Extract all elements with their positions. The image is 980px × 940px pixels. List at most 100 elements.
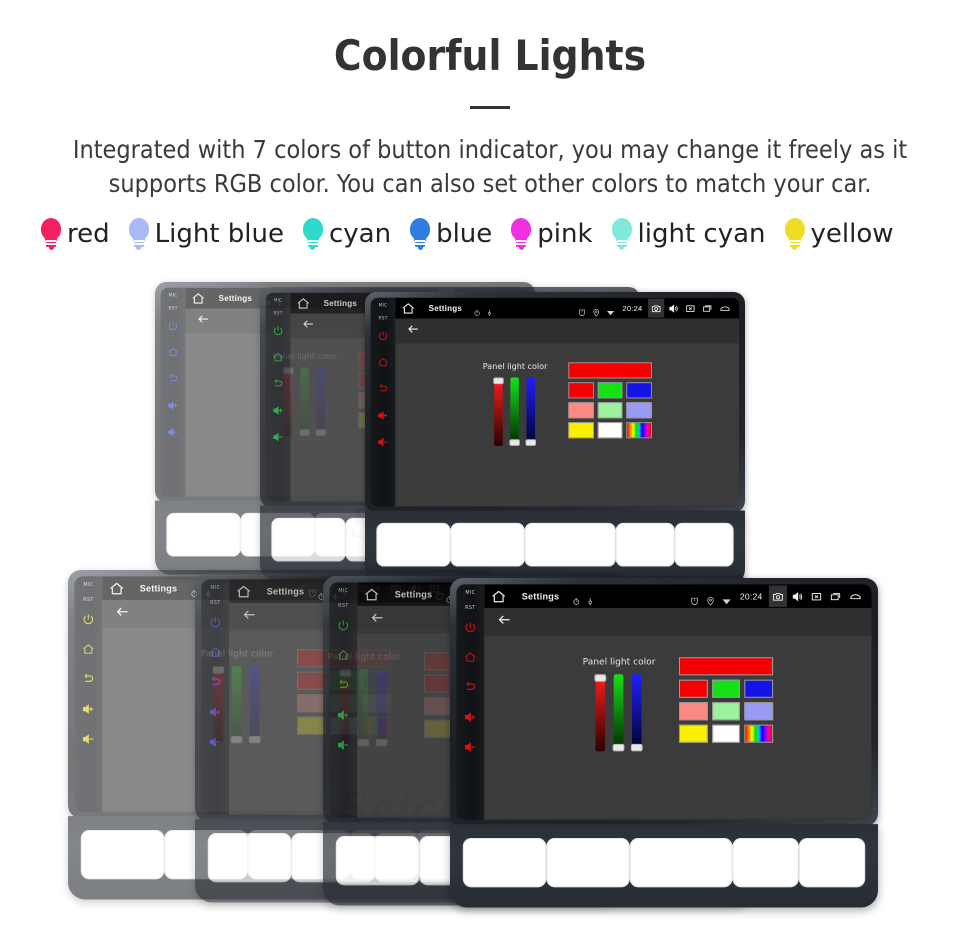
keystrip-return-icon[interactable] (377, 383, 388, 394)
swatch-salmon[interactable] (568, 402, 594, 419)
swatch-yellow[interactable] (568, 422, 594, 439)
statusbar-camera-icon[interactable] (648, 298, 665, 318)
statusbar-recents-icon[interactable] (827, 585, 845, 606)
keystrip-volume-down-icon[interactable] (464, 741, 477, 754)
keystrip-home-icon[interactable] (464, 651, 477, 664)
keystrip-return-icon[interactable] (167, 373, 178, 384)
swatch-blue[interactable] (626, 382, 652, 399)
blue-slider-thumb[interactable] (631, 743, 644, 752)
keystrip-volume-up-icon[interactable] (464, 711, 477, 724)
red-slider[interactable] (594, 674, 607, 752)
swatch-red[interactable] (679, 679, 708, 698)
keystrip-volume-up-icon[interactable] (337, 709, 350, 722)
keystrip-volume-down-icon[interactable] (272, 431, 283, 442)
keystrip-return-icon[interactable] (464, 681, 477, 694)
keystrip-volume-up-icon[interactable] (209, 706, 222, 719)
keystrip-return-icon[interactable] (82, 673, 95, 686)
keystrip-home-icon[interactable] (272, 352, 283, 363)
swatch-rainbow[interactable] (626, 422, 652, 439)
swatch-mint[interactable] (711, 702, 741, 721)
statusbar-close-box-icon[interactable] (682, 299, 698, 318)
keystrip-power-icon[interactable] (337, 619, 350, 632)
status-clock: 20:24 (622, 303, 643, 313)
swatch-salmon[interactable] (679, 702, 708, 721)
keystrip-volume-down-icon[interactable] (209, 736, 222, 749)
keystrip-return-icon[interactable] (272, 378, 283, 389)
back-arrow-icon[interactable] (407, 322, 420, 340)
keystrip-volume-down-icon[interactable] (82, 733, 95, 746)
status-home-icon[interactable] (236, 583, 252, 599)
keystrip-volume-down-icon[interactable] (377, 436, 388, 447)
keystrip-home-icon[interactable] (209, 646, 222, 659)
status-home-icon[interactable] (401, 301, 415, 315)
statusbar-volume-icon[interactable] (665, 299, 681, 318)
back-arrow-icon[interactable] (302, 317, 315, 335)
statusbar-back-icon[interactable] (717, 299, 733, 318)
keystrip-volume-up-icon[interactable] (272, 405, 283, 416)
swatch-red[interactable] (568, 382, 594, 399)
head-unit-bottom-4[interactable]: MIC RST Settings 20:24 Panel light color (450, 578, 878, 908)
statusbar-camera-icon[interactable] (768, 585, 788, 607)
swatch-white[interactable] (711, 724, 741, 743)
red-slider-thumb[interactable] (493, 377, 505, 385)
green-slider[interactable] (613, 674, 625, 752)
touchscreen[interactable]: Settings 20:24 Panel light color (395, 297, 740, 507)
trim-cutout (80, 830, 165, 880)
keystrip-power-icon[interactable] (272, 325, 283, 336)
swatch-green[interactable] (597, 382, 623, 399)
head-unit-top-3[interactable]: MIC RST Settings 20:24 Panel light color (365, 292, 745, 585)
hardware-key-strip: MIC RST (329, 582, 358, 818)
keystrip-return-icon[interactable] (337, 679, 350, 692)
keystrip-volume-down-icon[interactable] (167, 426, 178, 437)
swatch-mint[interactable] (597, 402, 623, 419)
keystrip-volume-up-icon[interactable] (82, 703, 95, 716)
keystrip-volume-down-icon[interactable] (337, 739, 350, 752)
status-home-icon[interactable] (364, 586, 380, 602)
statusbar-back-icon[interactable] (846, 585, 864, 606)
blue-slider[interactable] (631, 674, 644, 752)
back-arrow-icon[interactable] (370, 610, 385, 630)
status-home-icon[interactable] (191, 291, 205, 305)
keystrip-power-icon[interactable] (377, 330, 388, 341)
keystrip-power-icon[interactable] (167, 320, 178, 331)
swatch-periwinkle[interactable] (626, 402, 652, 419)
back-arrow-icon[interactable] (497, 612, 512, 632)
red-slider[interactable] (493, 377, 505, 446)
status-home-icon[interactable] (296, 296, 310, 310)
swatch-periwinkle[interactable] (744, 702, 773, 721)
keystrip-volume-up-icon[interactable] (377, 410, 388, 421)
swatch-blue[interactable] (744, 679, 773, 698)
keystrip-return-icon[interactable] (209, 676, 222, 689)
keystrip-home-icon[interactable] (167, 347, 178, 358)
blue-slider-thumb[interactable] (526, 439, 537, 446)
blue-slider[interactable] (526, 377, 537, 446)
swatch-yellow[interactable] (679, 724, 708, 743)
statusbar-recents-icon[interactable] (699, 299, 715, 318)
status-home-icon[interactable] (491, 588, 507, 604)
green-slider-thumb[interactable] (509, 439, 521, 446)
hardware-key-strip: MIC RST (74, 576, 103, 812)
back-arrow-icon[interactable] (197, 312, 210, 330)
product-gallery: MIC RST Settings 20:24 Panel light color MIC R… (0, 270, 980, 940)
keystrip-volume-up-icon[interactable] (167, 400, 178, 411)
green-slider-thumb[interactable] (613, 743, 625, 752)
touchscreen[interactable]: Settings 20:24 Panel light color (484, 584, 872, 820)
legend-label: cyan (328, 219, 392, 249)
swatch-white[interactable] (597, 422, 623, 439)
swatch-rainbow[interactable] (744, 724, 773, 743)
green-slider[interactable] (509, 377, 521, 446)
keystrip-power-icon[interactable] (209, 616, 222, 629)
back-arrow-icon[interactable] (115, 604, 130, 624)
keystrip-power-icon[interactable] (464, 621, 477, 634)
keystrip-home-icon[interactable] (377, 357, 388, 368)
statusbar-volume-icon[interactable] (788, 585, 806, 606)
keystrip-home-icon[interactable] (82, 643, 95, 656)
status-home-icon[interactable] (109, 580, 125, 596)
swatch-green[interactable] (711, 679, 741, 698)
keystrip-home-icon[interactable] (337, 649, 350, 662)
red-slider-thumb[interactable] (594, 674, 607, 682)
statusbar-close-box-icon[interactable] (807, 585, 825, 606)
keystrip-power-icon[interactable] (82, 613, 95, 626)
back-arrow-icon[interactable] (242, 607, 257, 627)
status-bar-right: 20:24 (578, 298, 734, 318)
